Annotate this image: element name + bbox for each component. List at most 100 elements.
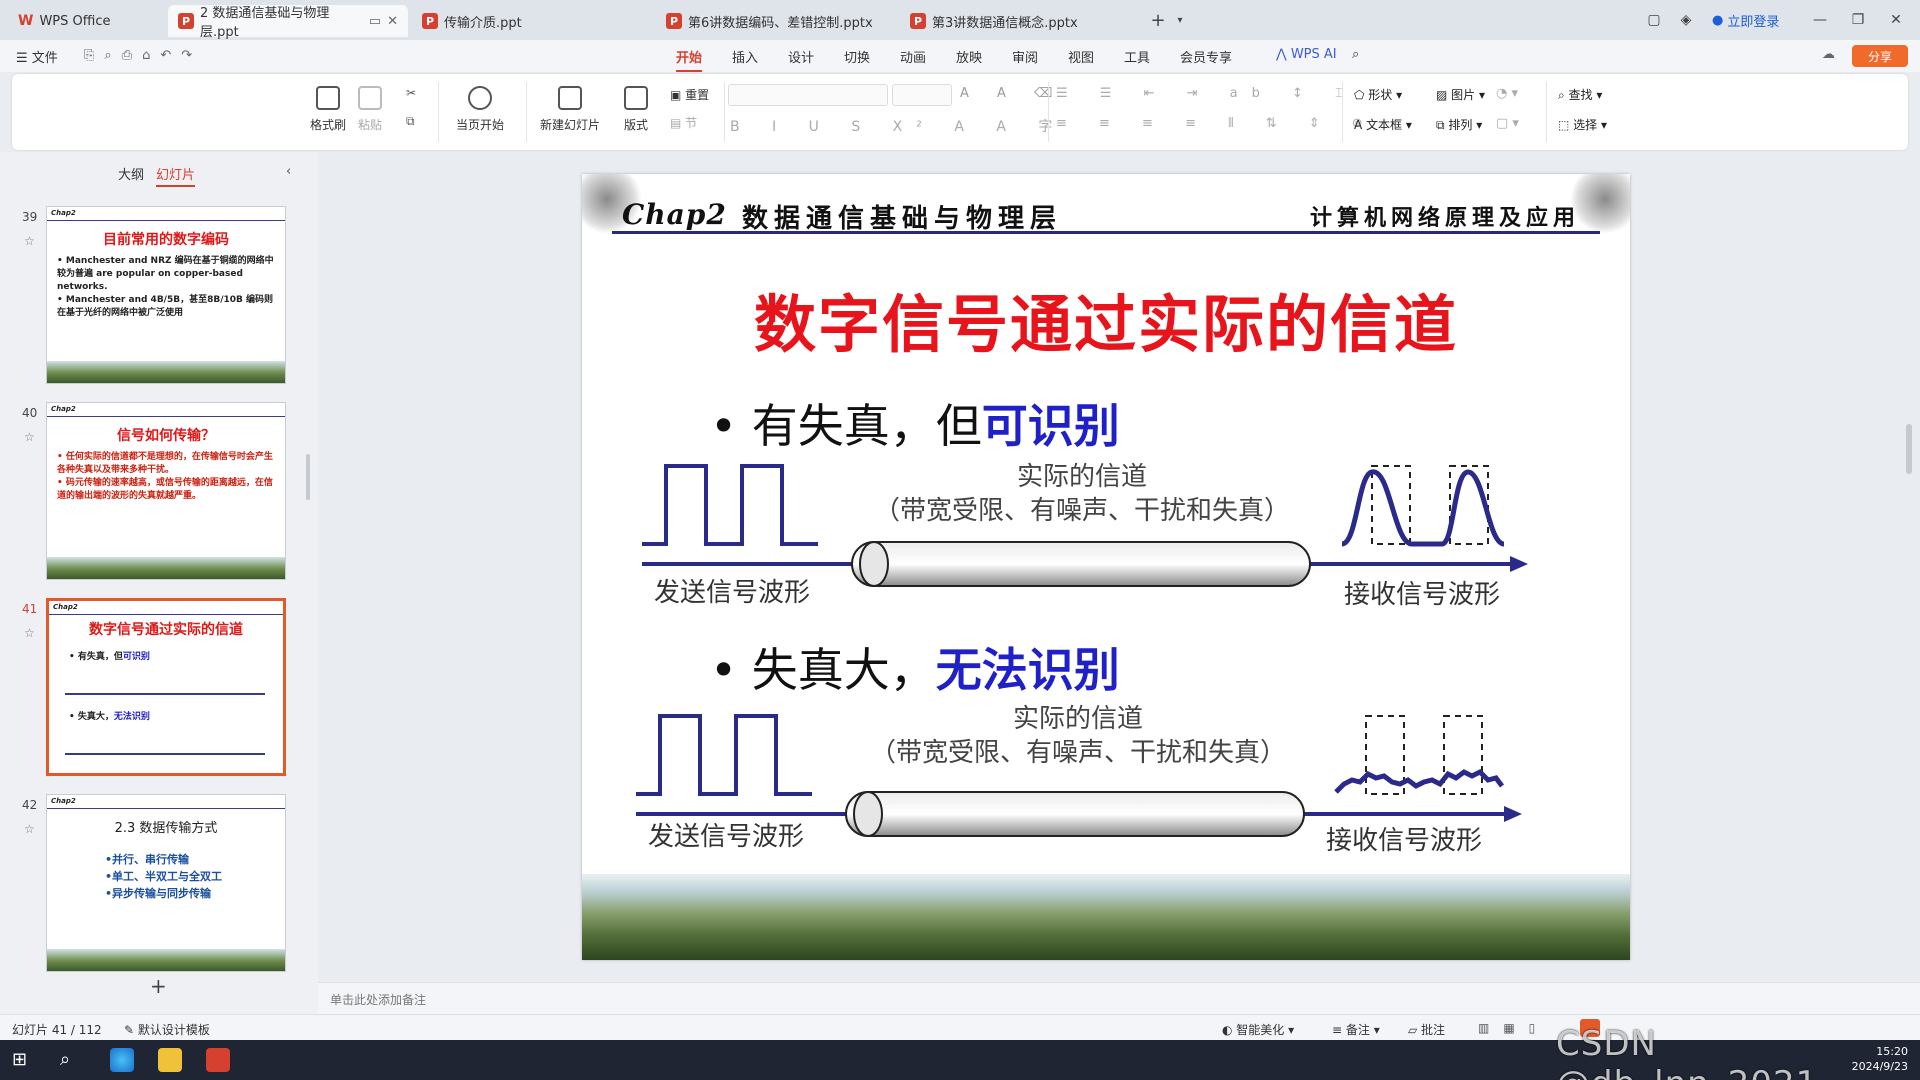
collapse-panel-icon[interactable]: ‹: [286, 164, 291, 179]
slide-number: 42: [22, 798, 38, 812]
star-icon[interactable]: ☆: [24, 822, 35, 836]
slide-canvas[interactable]: Chap2 数据通信基础与物理层 计算机网络原理及应用 数字信号通过实际的信道 …: [582, 174, 1630, 960]
menu-insert[interactable]: 插入: [732, 47, 758, 66]
canvas-scrollbar[interactable]: [1906, 424, 1912, 474]
menu-member[interactable]: 会员专享: [1180, 47, 1232, 66]
menu-review[interactable]: 审阅: [1012, 47, 1038, 66]
menu-slideshow[interactable]: 放映: [956, 47, 982, 66]
tab-document[interactable]: P 第6讲数据编码、差错控制.pptx: [656, 5, 896, 37]
login-link[interactable]: ● 立即登录: [1712, 11, 1779, 30]
close-window-icon[interactable]: ✕: [1884, 8, 1908, 32]
button-label: 形状: [1368, 88, 1393, 102]
wps-taskbar-icon[interactable]: [206, 1048, 230, 1072]
menu-view[interactable]: 视图: [1068, 47, 1094, 66]
star-icon[interactable]: ☆: [24, 626, 35, 640]
close-tab-icon[interactable]: ✕: [387, 14, 398, 29]
menu-design[interactable]: 设计: [788, 47, 814, 66]
send-waveform: [642, 464, 818, 546]
window-layout-icon[interactable]: ▢: [1642, 8, 1666, 32]
slide-number: 40: [22, 406, 38, 420]
reset-button[interactable]: ▣ 重置: [670, 86, 709, 103]
menu-bar: ☰ 文件 ⎘⌕⎙⌂↶↷ 开始 插入 设计 切换 动画 放映 审阅 视图 工具 会…: [0, 40, 1920, 72]
thumb-text: •并行、串行传输 •单工、半双工与全双工 •异步传输与同步传输: [105, 853, 223, 900]
play-from-current-button[interactable]: 当页开始: [456, 86, 504, 133]
arrange-button[interactable]: ⧉ 排列 ▾: [1436, 116, 1482, 133]
slide-thumbnail[interactable]: Chap2 2.3 数据传输方式 •并行、串行传输 •单工、半双工与全双工 •异…: [46, 794, 286, 972]
tab-document[interactable]: P 第3讲数据通信概念.pptx: [900, 5, 1140, 37]
smart-beautify-button[interactable]: ◐ 智能美化 ▾: [1222, 1021, 1294, 1038]
add-slide-icon[interactable]: +: [150, 974, 167, 998]
design-template-button[interactable]: ✎ 默认设计模板: [124, 1021, 210, 1038]
receive-waveform-label: 接收信号波形: [1326, 826, 1483, 856]
slide-thumbnail-selected[interactable]: Chap2 数字信号通过实际的信道 • 有失真，但可识别 • 失真大，无法识别: [46, 598, 286, 776]
search-icon[interactable]: ⌕: [1352, 47, 1359, 62]
section-button[interactable]: ▤ 节: [670, 114, 697, 131]
share-button[interactable]: 分享: [1852, 45, 1908, 67]
beautify-label: 智能美化: [1236, 1023, 1285, 1037]
notes-toggle-button[interactable]: ≡ 备注 ▾: [1332, 1021, 1380, 1038]
text-format-buttons[interactable]: B I U S X² A A 字: [730, 116, 1066, 136]
send-waveform: [636, 714, 812, 796]
cube-icon[interactable]: ◈: [1674, 8, 1698, 32]
comment-button[interactable]: ▱ 批注: [1408, 1021, 1445, 1038]
menu-animation[interactable]: 动画: [900, 47, 926, 66]
menu-tools[interactable]: 工具: [1124, 47, 1150, 66]
windows-start-icon[interactable]: ⊞: [12, 1048, 36, 1072]
csdn-watermark: CSDN @db_lnn_2021: [1556, 1024, 1817, 1080]
grass-band: [47, 361, 285, 383]
quick-access-icons[interactable]: ⎘⌕⎙⌂↶↷: [84, 48, 202, 63]
new-slide-button[interactable]: 新建幻灯片: [540, 86, 600, 133]
restore-icon[interactable]: ❐: [1846, 8, 1870, 32]
format-painter-button[interactable]: 格式刷: [310, 86, 346, 133]
font-family-select[interactable]: [728, 84, 888, 106]
select-button[interactable]: ⬚ 选择 ▾: [1558, 116, 1607, 133]
outline-tab[interactable]: 大纲: [118, 164, 144, 183]
menu-transition[interactable]: 切换: [844, 47, 870, 66]
find-button[interactable]: ⌕ 查找 ▾: [1558, 86, 1602, 103]
share-label: 分享: [1867, 49, 1892, 64]
notes-pane[interactable]: 单击此处添加备注: [318, 982, 1920, 1014]
shape-button[interactable]: ⬠ 形状 ▾: [1354, 86, 1402, 103]
star-icon[interactable]: ☆: [24, 234, 35, 248]
star-icon[interactable]: ☆: [24, 430, 35, 444]
tab-list-chevron-icon[interactable]: ▾: [1168, 8, 1192, 32]
copy-icon[interactable]: ⧉: [406, 114, 415, 129]
ribbon-divider: [1342, 82, 1343, 142]
ppt-file-icon: P: [178, 13, 194, 29]
search-icon[interactable]: ⌕: [60, 1048, 84, 1072]
layout-button[interactable]: 版式: [624, 86, 648, 133]
grass-band: [47, 557, 285, 579]
slides-tab[interactable]: 幻灯片: [156, 164, 196, 187]
file-menu[interactable]: ☰ 文件: [16, 47, 58, 66]
tab-document[interactable]: P 传输介质.ppt: [412, 5, 652, 37]
cut-icon[interactable]: ✂: [406, 86, 416, 100]
channel-cable: [845, 791, 1305, 837]
menu-home[interactable]: 开始: [676, 47, 703, 72]
tab-document-active[interactable]: P 2 数据通信基础与物理层.ppt ▭ ✕: [168, 5, 408, 40]
slide-thumbnail[interactable]: Chap2 信号如何传输？ • 任何实际的信道都不是理想的，在传输信号时会产生各…: [46, 402, 286, 580]
layout-icon: [624, 86, 648, 110]
view-mode-buttons[interactable]: ▥▦▯: [1478, 1021, 1549, 1035]
slide-thumbnail[interactable]: Chap2 目前常用的数字编码 • Manchester and NRZ 编码在…: [46, 206, 286, 384]
thumb-header: Chap2: [47, 795, 285, 809]
new-tab-icon[interactable]: +: [1146, 8, 1170, 32]
edge-browser-icon[interactable]: [110, 1048, 134, 1072]
wps-ai-menu[interactable]: ⋀ WPS AI: [1276, 47, 1337, 62]
font-size-select[interactable]: [892, 84, 952, 106]
textbox-button[interactable]: A 文本框 ▾: [1354, 116, 1412, 133]
monitor-icon[interactable]: ▭: [369, 14, 381, 29]
file-explorer-icon[interactable]: [158, 1048, 182, 1072]
alignment-buttons[interactable]: ≡ ≡ ≡ ≡ ⫴ ⇅ ⇕ ⊜: [1056, 116, 1377, 131]
paragraph-buttons[interactable]: ☰ ☰ ⇤ ⇥ ab ↕ ⌶: [1056, 86, 1357, 101]
cloud-sync-icon[interactable]: ☁: [1822, 47, 1835, 62]
outline-button[interactable]: ▢ ▾: [1496, 116, 1519, 131]
chapter-title: 数据通信基础与物理层: [742, 204, 1063, 234]
tab-wps-home[interactable]: W WPS Office: [8, 5, 166, 37]
panel-scrollbar[interactable]: [306, 454, 310, 500]
button-label: 版式: [624, 118, 649, 132]
minimize-icon[interactable]: —: [1808, 8, 1832, 32]
course-title: 计算机网络原理及应用: [1309, 205, 1580, 231]
picture-button[interactable]: ▨ 图片 ▾: [1436, 86, 1485, 103]
fill-button[interactable]: ◔ ▾: [1496, 86, 1518, 101]
paste-button[interactable]: 粘贴: [358, 86, 382, 133]
